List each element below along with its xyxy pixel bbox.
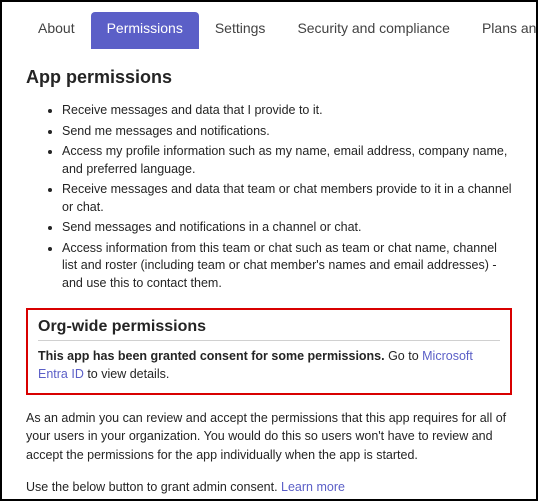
list-item: Access information from this team or cha… xyxy=(62,240,512,293)
consent-suffix: to view details. xyxy=(84,367,169,381)
app-permissions-heading: App permissions xyxy=(26,67,512,88)
tab-bar: About Permissions Settings Security and … xyxy=(2,2,536,49)
tab-settings[interactable]: Settings xyxy=(199,12,282,49)
list-item: Access my profile information such as my… xyxy=(62,143,512,178)
consent-message: This app has been granted consent for so… xyxy=(38,347,500,383)
list-item: Send me messages and notifications. xyxy=(62,123,512,141)
org-wide-heading: Org-wide permissions xyxy=(38,318,500,341)
org-wide-permissions-box: Org-wide permissions This app has been g… xyxy=(26,308,512,395)
list-item: Receive messages and data that I provide… xyxy=(62,102,512,120)
consent-bold-text: This app has been granted consent for so… xyxy=(38,349,385,363)
app-permissions-list: Receive messages and data that I provide… xyxy=(26,102,512,292)
grant-consent-note: Use the below button to grant admin cons… xyxy=(26,478,512,496)
list-item: Receive messages and data that team or c… xyxy=(62,181,512,216)
tab-security-compliance[interactable]: Security and compliance xyxy=(281,12,466,49)
learn-more-link[interactable]: Learn more xyxy=(281,480,345,494)
consent-prefix: Go to xyxy=(385,349,423,363)
admin-note: As an admin you can review and accept th… xyxy=(26,409,512,463)
list-item: Send messages and notifications in a cha… xyxy=(62,219,512,237)
grant-note-text: Use the below button to grant admin cons… xyxy=(26,480,281,494)
content-area: App permissions Receive messages and dat… xyxy=(2,49,536,501)
tab-permissions[interactable]: Permissions xyxy=(91,12,199,49)
tab-plans-pricing[interactable]: Plans and pricing xyxy=(466,12,538,49)
app-window: About Permissions Settings Security and … xyxy=(0,0,538,501)
tab-about[interactable]: About xyxy=(22,12,91,49)
